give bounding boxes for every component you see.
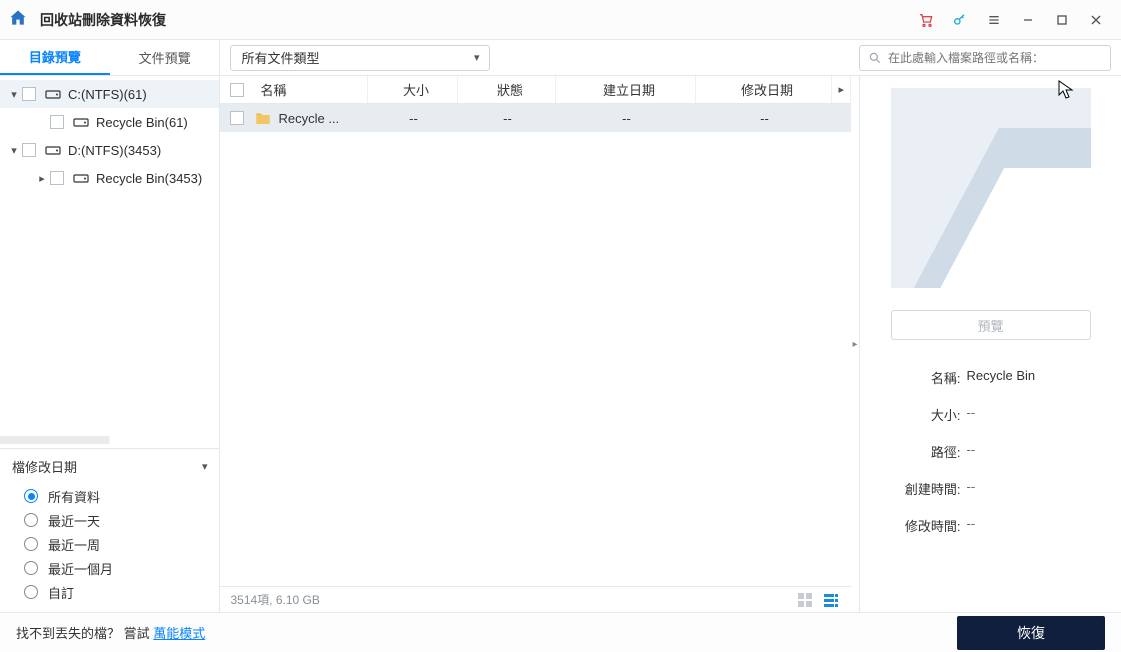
filetype-label: 所有文件類型 [241, 48, 319, 67]
folder-icon [72, 172, 90, 184]
close-icon[interactable] [1079, 0, 1113, 40]
meta-path-value: -- [967, 442, 976, 461]
scrollbar-hint [0, 436, 219, 444]
checkbox[interactable] [22, 87, 36, 101]
panel-resize-handle[interactable]: ▸ [851, 76, 859, 612]
radio-icon [24, 561, 38, 575]
deep-scan-link[interactable]: 萬能模式 [153, 626, 205, 641]
tree-label: C:(NTFS)(61) [68, 87, 147, 102]
meta-created-value: -- [967, 479, 976, 498]
filter-header[interactable]: 檔修改日期 ▾ [0, 449, 219, 484]
meta-path-label: 路徑: [891, 442, 961, 461]
column-modified[interactable]: 修改日期 [696, 76, 832, 103]
search-icon [868, 51, 882, 65]
column-created[interactable]: 建立日期 [556, 76, 696, 103]
tree-label: D:(NTFS)(3453) [68, 143, 161, 158]
preview-panel: 預覽 名稱: Recycle Bin 大小: -- 路徑: -- 創建時間: -- 修改… [859, 76, 1121, 612]
chevron-right-icon[interactable]: ▸ [34, 172, 50, 185]
footer-hint: 找不到丟失的檔？ 嘗試 萬能模式 [16, 623, 205, 642]
row-status: -- [458, 111, 556, 126]
filetype-select[interactable]: 所有文件類型 ▾ [230, 45, 490, 71]
radio-icon [24, 537, 38, 551]
table-header: 名稱 大小 狀態 建立日期 修改日期 ▸ [220, 76, 851, 104]
table-body: Recycle ... -- -- -- -- [220, 104, 851, 586]
search-input[interactable] [888, 51, 1102, 65]
minimize-icon[interactable] [1011, 0, 1045, 40]
tree-label: Recycle Bin(3453) [96, 171, 202, 186]
select-all-checkbox[interactable] [230, 83, 244, 97]
preview-thumbnail [891, 88, 1091, 288]
meta-name-label: 名稱: [891, 368, 961, 387]
titlebar: 回收站刪除資料恢復 [0, 0, 1121, 40]
meta-size-value: -- [967, 405, 976, 424]
search-box[interactable] [859, 45, 1111, 71]
maximize-icon[interactable] [1045, 0, 1079, 40]
list-view-icon[interactable] [821, 590, 841, 610]
column-size[interactable]: 大小 [368, 76, 458, 103]
preview-button[interactable]: 預覽 [891, 310, 1091, 340]
tree-node-d-drive[interactable]: ▾ D:(NTFS)(3453) [0, 136, 219, 164]
filter-option-month[interactable]: 最近一個月 [24, 556, 207, 580]
menu-icon[interactable] [977, 0, 1011, 40]
chevron-down-icon[interactable]: ▾ [6, 144, 22, 157]
directory-tree: ▾ C:(NTFS)(61) Recycle Bin(61) ▾ D:(NTFS… [0, 76, 219, 436]
checkbox[interactable] [50, 171, 64, 185]
row-size: -- [368, 111, 458, 126]
meta-created-label: 創建時間: [891, 479, 961, 498]
drive-icon [44, 144, 62, 156]
status-bar: 3514項, 6.10 GB [220, 586, 851, 612]
tree-label: Recycle Bin(61) [96, 115, 188, 130]
tree-node-c-drive[interactable]: ▾ C:(NTFS)(61) [0, 80, 219, 108]
radio-icon [24, 513, 38, 527]
meta-modified-label: 修改時間: [891, 516, 961, 535]
filter-option-all[interactable]: 所有資料 [24, 484, 207, 508]
folder-icon [72, 116, 90, 128]
filter-option-custom[interactable]: 自訂 [24, 580, 207, 604]
folder-icon [254, 109, 272, 127]
table-row[interactable]: Recycle ... -- -- -- -- [220, 104, 851, 132]
column-name[interactable]: 名稱 [254, 76, 368, 103]
column-more[interactable]: ▸ [832, 76, 851, 103]
window-title: 回收站刪除資料恢復 [40, 10, 166, 30]
tab-file-preview[interactable]: 文件預覽 [110, 40, 220, 75]
chevron-down-icon: ▾ [202, 460, 208, 473]
cart-icon[interactable] [909, 0, 943, 40]
meta-name-value: Recycle Bin [967, 368, 1036, 387]
filter-title: 檔修改日期 [12, 457, 77, 476]
radio-icon [24, 489, 38, 503]
checkbox[interactable] [22, 143, 36, 157]
meta-modified-value: -- [967, 516, 976, 535]
key-icon[interactable] [943, 0, 977, 40]
chevron-down-icon[interactable]: ▾ [6, 88, 22, 101]
chevron-down-icon: ▾ [474, 51, 480, 64]
tab-directory-preview[interactable]: 目錄預覽 [0, 40, 110, 75]
status-text: 3514項, 6.10 GB [230, 591, 319, 608]
row-modified: -- [696, 111, 832, 126]
filter-option-week[interactable]: 最近一周 [24, 532, 207, 556]
drive-icon [44, 88, 62, 100]
radio-icon [24, 585, 38, 599]
checkbox[interactable] [50, 115, 64, 129]
home-icon[interactable] [8, 8, 28, 31]
filter-panel: 檔修改日期 ▾ 所有資料 最近一天 最近一周 最近一個月 自訂 [0, 448, 219, 612]
filter-option-day[interactable]: 最近一天 [24, 508, 207, 532]
row-name: Recycle ... [278, 111, 339, 126]
tree-node-d-recycle[interactable]: ▸ Recycle Bin(3453) [0, 164, 219, 192]
column-status[interactable]: 狀態 [458, 76, 556, 103]
sidebar: 目錄預覽 文件預覽 ▾ C:(NTFS)(61) Recycle Bin(61)… [0, 40, 220, 612]
footer: 找不到丟失的檔？ 嘗試 萬能模式 恢復 [0, 612, 1121, 652]
row-checkbox[interactable] [230, 111, 244, 125]
preview-meta: 名稱: Recycle Bin 大小: -- 路徑: -- 創建時間: -- 修改時間:… [891, 368, 1091, 553]
grid-view-icon[interactable] [795, 590, 815, 610]
recover-button[interactable]: 恢復 [957, 616, 1105, 650]
row-created: -- [556, 111, 696, 126]
meta-size-label: 大小: [891, 405, 961, 424]
tree-node-c-recycle[interactable]: Recycle Bin(61) [0, 108, 219, 136]
